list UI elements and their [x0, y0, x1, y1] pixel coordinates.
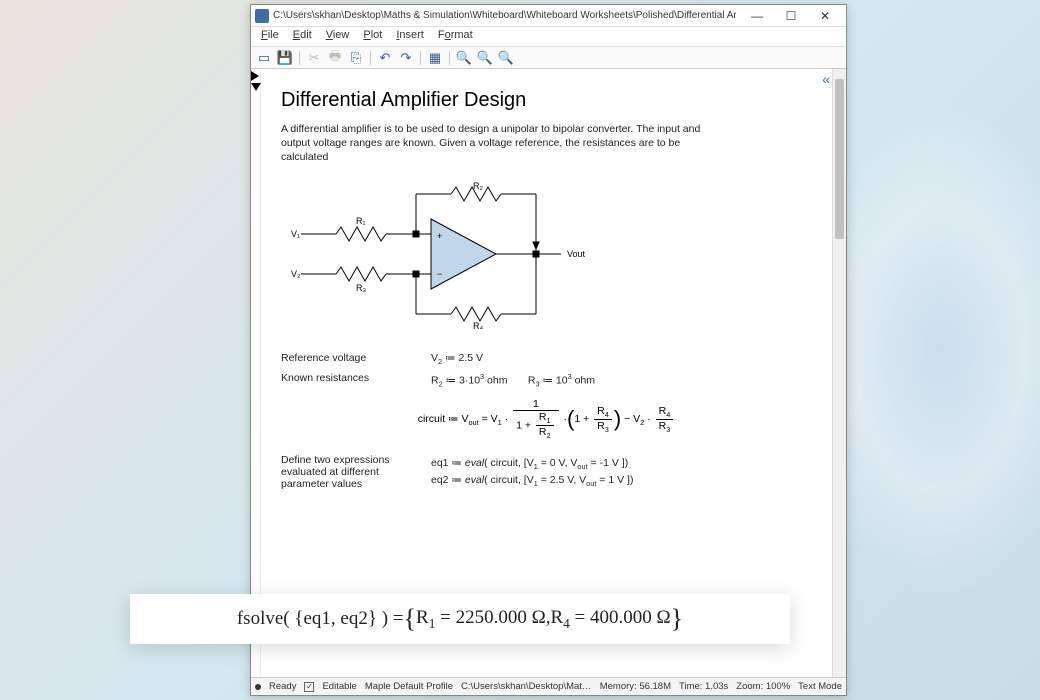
menu-edit[interactable]: Edit — [287, 27, 318, 46]
result-overlay: fsolve( {eq1, eq2} ) = { R1 = 2250.000 Ω… — [130, 594, 790, 644]
menu-view[interactable]: View — [320, 27, 356, 46]
titlebar: C:\Users\skhan\Desktop\Maths & Simulatio… — [251, 5, 846, 27]
row-known-resistances: Known resistances R2 ≔ 3·103 ohm R3 ≔ 10… — [281, 372, 812, 389]
status-ready: Ready — [269, 681, 296, 692]
undo-icon[interactable]: ↶ — [376, 49, 394, 67]
status-time: Time: 1.03s — [679, 681, 728, 692]
label-reference-voltage: Reference voltage — [281, 352, 411, 366]
cut-icon[interactable]: ✂ — [305, 49, 323, 67]
brace-close-icon: } — [671, 604, 683, 634]
grid-icon[interactable]: ▦ — [426, 49, 444, 67]
label-r4: R₄ — [473, 321, 483, 329]
document-area[interactable]: « Differential Amplifier Design A differ… — [261, 69, 832, 677]
page-title: Differential Amplifier Design — [281, 89, 812, 112]
collapse-panel-icon[interactable]: « — [822, 71, 830, 87]
status-path: C:\Users\skhan\Desktop\Maths & Simulatio… — [461, 681, 592, 692]
copy-icon[interactable]: ⎘ — [347, 49, 365, 67]
value-known-resistances: R2 ≔ 3·103 ohm R3 ≔ 103 ohm — [431, 372, 812, 389]
menu-format[interactable]: Format — [432, 27, 479, 46]
app-window: C:\Users\skhan\Desktop\Maths & Simulatio… — [250, 4, 847, 696]
row-define-expressions: Define two expressions evaluated at diff… — [281, 454, 812, 491]
expand-right-icon[interactable] — [251, 71, 259, 81]
redo-icon[interactable]: ↷ — [397, 49, 415, 67]
label-r1: R₁ — [356, 216, 366, 226]
row-reference-voltage: Reference voltage V2 ≔ 2.5 V — [281, 352, 812, 366]
result-r4: R4 = 400.000 Ω — [550, 607, 670, 632]
svg-text:−: − — [437, 269, 442, 279]
close-button[interactable]: ✕ — [808, 6, 842, 26]
brace-open-icon: { — [404, 604, 416, 634]
label-v2: V₂ — [291, 269, 301, 279]
label-known-resistances: Known resistances — [281, 372, 411, 389]
menu-file[interactable]: File — [255, 27, 285, 46]
scrollbar-thumb[interactable] — [835, 79, 844, 239]
editable-checkbox[interactable]: ✓ — [304, 682, 314, 692]
toolbar-separator — [370, 51, 371, 65]
label-v1: V₁ — [291, 229, 300, 239]
toolbar-separator — [449, 51, 450, 65]
menubar: File Edit View Plot Insert Format — [251, 27, 846, 47]
content-wrapper: « Differential Amplifier Design A differ… — [251, 69, 846, 677]
minimize-button[interactable]: — — [740, 6, 774, 26]
intro-text: A differential amplifier is to be used t… — [281, 122, 701, 165]
app-icon — [255, 9, 269, 23]
status-profile: Maple Default Profile — [365, 681, 453, 692]
vertical-scrollbar[interactable] — [832, 69, 846, 677]
new-icon[interactable]: ▭ — [255, 49, 273, 67]
toolbar: ▭ 💾 ✂ 🖶 ⎘ ↶ ↷ ▦ 🔍 🔍 🔍 — [251, 47, 846, 69]
status-zoom: Zoom: 100% — [736, 681, 790, 692]
status-mode: Text Mode — [798, 681, 842, 692]
window-controls: — ☐ ✕ — [740, 6, 842, 26]
toolbar-separator — [420, 51, 421, 65]
expand-down-icon[interactable] — [251, 83, 261, 91]
label-define-expressions: Define two expressions evaluated at diff… — [281, 454, 411, 491]
circuit-diagram: + − — [281, 179, 641, 329]
value-define-expressions: eq1 ≔ eval( circuit, [V1 = 0 V, Vout = -… — [431, 454, 812, 491]
label-vout: Vout — [567, 249, 586, 259]
label-r3: R₃ — [356, 283, 366, 293]
circuit-formula: circuit ≔ Vout = V1 · 1 1 + R1R2 ·(1 + R… — [281, 398, 812, 440]
outline-gutter[interactable] — [251, 69, 261, 677]
status-editable: Editable — [322, 681, 356, 692]
print-icon[interactable]: 🖶 — [326, 49, 344, 67]
menu-plot[interactable]: Plot — [357, 27, 388, 46]
statusbar: Ready ✓ Editable Maple Default Profile C… — [251, 677, 846, 695]
save-icon[interactable]: 💾 — [276, 49, 294, 67]
status-indicator-icon — [255, 684, 261, 690]
window-title: C:\Users\skhan\Desktop\Maths & Simulatio… — [273, 10, 736, 21]
svg-text:+: + — [437, 231, 442, 241]
result-r1: R1 = 2250.000 Ω, — [416, 607, 550, 632]
value-reference-voltage: V2 ≔ 2.5 V — [431, 352, 812, 366]
menu-insert[interactable]: Insert — [390, 27, 430, 46]
zoom-fit-icon[interactable]: 🔍 — [497, 49, 515, 67]
result-lhs: fsolve( {eq1, eq2} ) = — [237, 608, 404, 630]
toolbar-separator — [299, 51, 300, 65]
label-r2: R₂ — [473, 181, 483, 191]
zoom-out-icon[interactable]: 🔍 — [476, 49, 494, 67]
zoom-in-icon[interactable]: 🔍 — [455, 49, 473, 67]
maximize-button[interactable]: ☐ — [774, 6, 808, 26]
status-memory: Memory: 56.18M — [600, 681, 671, 692]
